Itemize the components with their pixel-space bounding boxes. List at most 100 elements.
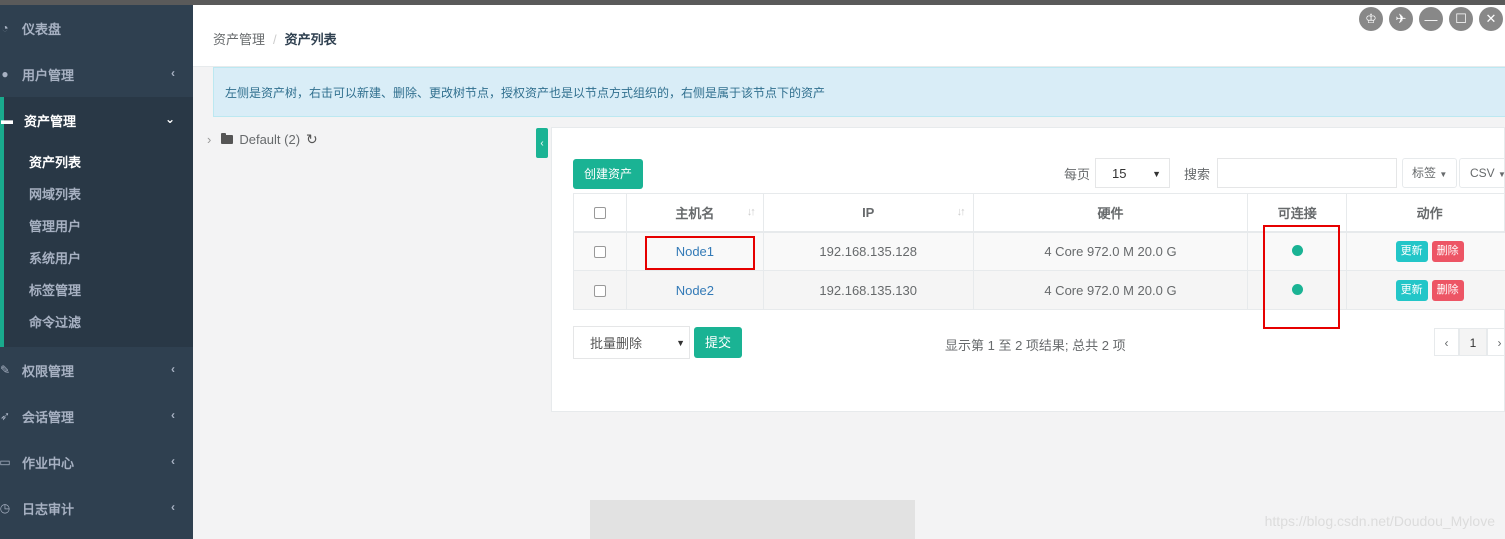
rocket-icon: ➶ (0, 409, 11, 423)
chevron-left-icon: ‹ (171, 500, 175, 514)
sidebar-subitem-command-filter[interactable]: 命令过滤 (4, 307, 193, 339)
chevron-down-icon: ⌄ (164, 112, 175, 126)
delete-button[interactable]: 删除 (1431, 240, 1464, 262)
sidebar: ◔ 仪表盘 ● 用户管理 ‹ ▬ 资产管理 ⌄ 资产列表 网域列表 管理用户 系… (0, 5, 193, 539)
sidebar-subitem-admin-users[interactable]: 管理用户 (4, 211, 193, 243)
sidebar-item-label: 权限管理 (22, 363, 75, 379)
sidebar-item-jobs[interactable]: ▭ 作业中心 ‹ (0, 439, 193, 485)
sidebar-item-sessions[interactable]: ➶ 会话管理 ‹ (0, 393, 193, 439)
sidebar-item-permissions[interactable]: ✎ 权限管理 ‹ (0, 347, 193, 393)
breadcrumb: 资产管理 / 资产列表 (213, 29, 337, 48)
per-page-select[interactable]: 15 ▼ (1095, 158, 1170, 188)
select-all-header (573, 193, 627, 233)
asset-tree: › Default (2) ↻ (207, 131, 318, 148)
next-page-button[interactable]: › (1487, 328, 1505, 356)
column-header-label: 主机名 (675, 205, 715, 221)
sort-icon: ↓↑ (956, 206, 966, 218)
caret-down-icon: ▼ (1498, 170, 1505, 179)
hardware-cell: 4 Core 972.0 M 20.0 G (972, 270, 1249, 310)
chevron-left-icon: ‹ (171, 408, 175, 422)
column-header-hostname[interactable]: 主机名 ↓↑ (625, 193, 764, 233)
watermark: https://blog.csdn.net/Doudou_Mylove (1264, 513, 1495, 529)
table-header-row: 主机名 ↓↑ IP ↓↑ 硬件 可连接 动作 (573, 193, 1505, 233)
tags-dropdown-button[interactable]: 标签 ▼ (1402, 158, 1457, 188)
annotation-highlight-connectable (1263, 225, 1340, 329)
sidebar-item-dashboard[interactable]: ◔ 仪表盘 (0, 5, 193, 51)
column-header-hardware: 硬件 (972, 193, 1249, 233)
bulk-action-select[interactable]: 批量删除 ▼ (573, 326, 690, 359)
csv-dropdown-button[interactable]: CSV ▼ (1459, 158, 1505, 188)
collapse-tree-button[interactable]: ‹ (536, 128, 548, 158)
sidebar-subitem-system-users[interactable]: 系统用户 (4, 243, 193, 275)
inbox-icon: ▬ (1, 113, 13, 127)
close-icon[interactable]: ✕ (1479, 7, 1503, 31)
chevron-right-icon[interactable]: › (207, 132, 211, 147)
search-input[interactable] (1217, 158, 1397, 188)
tags-label: 标签 (1412, 166, 1437, 180)
select-all-checkbox[interactable] (593, 207, 606, 220)
row-checkbox[interactable] (593, 246, 606, 259)
actions-cell: 更新 删除 (1346, 270, 1505, 310)
row-select-cell (573, 231, 627, 271)
table-row: Node2 192.168.135.130 4 Core 972.0 M 20.… (573, 270, 1505, 310)
sidebar-item-audits[interactable]: ◷ 日志审计 ‹ (0, 485, 193, 531)
history-icon: ◷ (0, 501, 11, 515)
caret-down-icon: ▼ (676, 338, 685, 348)
window-controls: ♔ ✈ — ☐ ✕ (1359, 7, 1503, 31)
chevron-left-icon: ‹ (171, 362, 175, 376)
hardware-cell: 4 Core 972.0 M 20.0 G (972, 231, 1249, 271)
page-header: 资产管理 / 资产列表 ♔ ✈ — ☐ ✕ (193, 5, 1505, 67)
breadcrumb-parent[interactable]: 资产管理 (213, 32, 265, 47)
folder-icon (221, 133, 234, 144)
ip-cell: 192.168.135.128 (762, 231, 974, 271)
skin-icon[interactable]: ♔ (1359, 7, 1383, 31)
info-alert: 左侧是资产树，右击可以新建、删除、更改树节点，授权资产也是以节点方式组织的，右侧… (213, 67, 1505, 117)
tasks-icon: ▭ (0, 455, 11, 469)
sidebar-item-label: 日志审计 (22, 501, 75, 517)
breadcrumb-current: 资产列表 (284, 32, 337, 47)
chevron-left-icon: ‹ (540, 137, 544, 149)
bulk-action-value: 批量删除 (590, 336, 643, 351)
update-button[interactable]: 更新 (1395, 279, 1428, 301)
caret-down-icon: ▼ (1439, 170, 1448, 179)
sidebar-subitem-asset-list[interactable]: 资产列表 (4, 147, 193, 179)
sidebar-item-assets[interactable]: ▬ 资产管理 ⌄ (0, 97, 193, 143)
pagination-summary: 显示第 1 至 2 项结果; 总共 2 项 (945, 338, 1126, 353)
tree-node-default[interactable]: Default (2) (239, 132, 300, 147)
pin-icon[interactable]: ✈ (1389, 7, 1413, 31)
column-header-actions: 动作 (1346, 193, 1505, 233)
per-page-value: 15 (1112, 166, 1127, 181)
sidebar-item-label: 用户管理 (22, 67, 75, 83)
sidebar-subitem-domain-list[interactable]: 网域列表 (4, 179, 193, 211)
edit-icon: ✎ (0, 363, 11, 377)
caret-down-icon: ▼ (1152, 169, 1161, 179)
row-checkbox[interactable] (593, 285, 606, 298)
prev-page-button[interactable]: ‹ (1434, 328, 1459, 356)
sidebar-subitem-labels[interactable]: 标签管理 (4, 275, 193, 307)
column-header-ip[interactable]: IP ↓↑ (762, 193, 974, 233)
column-header-label: IP (862, 204, 875, 220)
create-asset-button[interactable]: 创建资产 (573, 159, 644, 189)
chevron-left-icon: ‹ (171, 66, 175, 80)
breadcrumb-separator: / (273, 32, 277, 47)
sidebar-item-users[interactable]: ● 用户管理 ‹ (0, 51, 193, 97)
blurred-bar (590, 500, 915, 539)
minimize-icon[interactable]: — (1419, 7, 1443, 31)
ip-cell: 192.168.135.130 (762, 270, 974, 310)
csv-label: CSV (1470, 166, 1495, 180)
per-page-label: 每页 (1064, 167, 1091, 182)
hostname-link[interactable]: Node2 (676, 283, 714, 298)
delete-button[interactable]: 删除 (1431, 279, 1464, 301)
refresh-icon[interactable]: ↻ (306, 131, 318, 148)
maximize-icon[interactable]: ☐ (1449, 7, 1473, 31)
row-select-cell (573, 270, 627, 310)
actions-cell: 更新 删除 (1346, 231, 1505, 271)
page-1-button[interactable]: 1 (1459, 328, 1487, 356)
sidebar-submenu-assets: 资产列表 网域列表 管理用户 系统用户 标签管理 命令过滤 (0, 143, 193, 347)
chevron-left-icon: ‹ (171, 454, 175, 468)
update-button[interactable]: 更新 (1395, 240, 1428, 262)
sidebar-item-label: 会话管理 (22, 409, 75, 425)
sidebar-item-label: 资产管理 (24, 113, 77, 129)
dashboard-icon: ◔ (1, 21, 9, 35)
submit-button[interactable]: 提交 (694, 327, 743, 358)
